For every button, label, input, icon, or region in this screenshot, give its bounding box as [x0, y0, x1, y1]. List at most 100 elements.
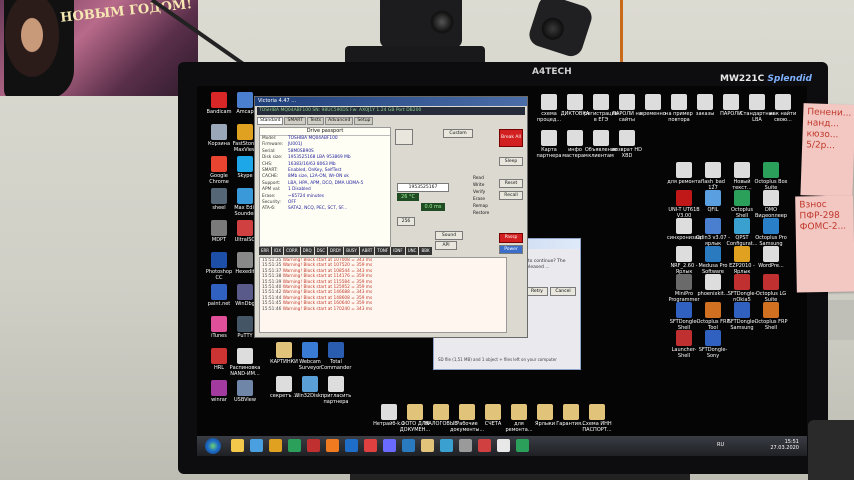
desktop-shortcut[interactable]: USBView [228, 380, 262, 403]
desktop-shortcut[interactable]: пригласить партнера [319, 376, 353, 405]
desktop-shortcut[interactable]: Octoplus Pro Samsung [754, 218, 788, 247]
desktop-shortcut[interactable]: Распиновка NAND-ИМ... [228, 348, 262, 377]
victoria-window[interactable]: Victoria 4.47 ... TOSHIBA MQ04ABF100 SN:… [254, 96, 528, 338]
log-timestamp: 15:51:46 [262, 306, 282, 312]
desktop-shortcut-icon [593, 130, 609, 146]
dialog-cancel-button[interactable]: Cancel [550, 287, 576, 296]
desktop-shortcut-icon [541, 130, 557, 146]
desktop-icon-label: Total Commander [320, 359, 352, 371]
scan-mode-radio[interactable]: Restore [473, 210, 489, 217]
temperature-lcd: 26 °C [397, 193, 419, 201]
recall-button[interactable]: Recall [499, 191, 523, 200]
desktop-shortcut-icon [407, 404, 423, 420]
log-timestamp: 15:51:38 [262, 274, 282, 280]
taskbar-app-icon[interactable] [478, 439, 491, 452]
desktop-shortcut-icon [237, 220, 253, 236]
taskbar-app-icon[interactable] [326, 439, 339, 452]
desktop-shortcut-icon [511, 404, 527, 420]
desktop-shortcut[interactable]: Octoplus Box Suite [754, 162, 788, 191]
desktop-shortcut-icon [211, 316, 227, 332]
passp-button[interactable]: Passp [499, 233, 523, 243]
taskbar-app-icon[interactable] [364, 439, 377, 452]
taskbar-app-icon[interactable] [421, 439, 434, 452]
desktop-shortcut-icon [734, 274, 750, 290]
taskbar-app-icon[interactable] [497, 439, 510, 452]
tab-advanced[interactable]: Advanced [325, 117, 354, 125]
desktop-shortcut[interactable]: WordPre... [754, 246, 788, 269]
passport-key: ATA-6: [262, 206, 276, 212]
desktop-icon-label: Схема ИНН ПАСПОРТ... [582, 421, 612, 433]
scan-mode-radio[interactable]: Write [473, 182, 489, 189]
drive-info-bar: TOSHIBA MQ04ABF100 SN: 98UC590DS Fw: AX0… [257, 107, 525, 115]
dialog-retry-button[interactable]: Retry [526, 287, 548, 296]
desktop-shortcut-icon [734, 190, 750, 206]
sound-checkbox[interactable]: Sound [435, 231, 463, 240]
tab-bar: Standard SMART Tests Advanced Setup [257, 117, 374, 125]
scan-mode-radio[interactable]: Erase [473, 196, 489, 203]
break-all-button[interactable]: Break All [499, 129, 523, 147]
desktop-shortcut-icon [567, 94, 583, 110]
clock-date: 27.03.2020 [770, 445, 799, 451]
desktop-shortcut[interactable]: Total Commander [319, 342, 353, 371]
taskbar-app-icon[interactable] [402, 439, 415, 452]
desktop-shortcut-icon [433, 404, 449, 420]
taskbar-app-icon[interactable] [383, 439, 396, 452]
desktop-shortcut-icon [589, 404, 605, 420]
log-timestamp: 15:51:45 [262, 301, 282, 307]
taskbar-app-icon[interactable] [345, 439, 358, 452]
desktop-shortcut[interactable]: DMO Видеоплеер [754, 190, 788, 219]
desktop-shortcut-icon [237, 156, 253, 172]
desktop-shortcut[interactable]: возврат HD XBD [610, 130, 644, 159]
log-message: Warning! Block start at 170240 = 343 ms [282, 306, 373, 312]
language-indicator[interactable]: RU [717, 442, 724, 448]
taskbar-app-icon[interactable] [459, 439, 472, 452]
window-title[interactable]: Victoria 4.47 ... [255, 97, 527, 106]
taskbar-app-icon[interactable] [288, 439, 301, 452]
desktop-shortcut-icon [459, 404, 475, 420]
desktop-shortcut-icon [485, 404, 501, 420]
taskbar-app-icon[interactable] [250, 439, 263, 452]
tab-smart[interactable]: SMART [284, 117, 306, 125]
desktop-shortcut-icon [763, 246, 779, 262]
desktop-shortcut-icon [211, 188, 227, 204]
tab-setup[interactable]: Setup [354, 117, 374, 125]
desktop-shortcut[interactable]: SFTDongle-Sony [696, 330, 730, 359]
desktop-shortcut[interactable]: Octoplus FRP Shell [754, 302, 788, 331]
event-log[interactable]: 15:51:35 Warning! Block start at 107008 … [259, 257, 507, 333]
tab-standard[interactable]: Standard [257, 117, 284, 125]
speaker [808, 420, 854, 480]
taskbar-app-icon[interactable] [440, 439, 453, 452]
power-button[interactable]: Power [499, 245, 523, 254]
scan-mode-radio[interactable]: Remap [473, 203, 489, 210]
speed-lcd: 0.0 ms [421, 203, 445, 211]
taskbar-app-icon[interactable] [269, 439, 282, 452]
blocks-field[interactable]: 256 [397, 217, 415, 226]
taskbar-app-icon[interactable] [516, 439, 529, 452]
desktop-shortcut[interactable]: Схема ИНН ПАСПОРТ... [580, 404, 614, 433]
status-led: IDX [272, 247, 284, 255]
hdd-icon[interactable] [395, 129, 413, 145]
desktop-shortcut-icon [775, 94, 791, 110]
scan-mode-radio[interactable]: Verify [473, 189, 489, 196]
desktop-shortcut-icon [302, 342, 318, 358]
desktop-icon-label: WordPre... [758, 263, 784, 269]
desktop-shortcut-icon [705, 274, 721, 290]
reset-button[interactable]: Reset [499, 179, 523, 188]
desktop-shortcut-icon [705, 162, 721, 178]
custom-select[interactable]: Custom [443, 129, 473, 138]
tray-clock[interactable]: 15:51 27.03.2020 [753, 439, 799, 451]
sleep-button[interactable]: Sleep [499, 157, 523, 166]
desktop-shortcut-icon [734, 302, 750, 318]
taskbar-app-icon[interactable] [231, 439, 244, 452]
tab-tests[interactable]: Tests [306, 117, 325, 125]
lba-start-field[interactable]: 1953525167 [397, 183, 449, 192]
desktop-shortcut-icon [237, 252, 253, 268]
taskbar-app-icon[interactable] [307, 439, 320, 452]
status-led: CORR [284, 247, 300, 255]
start-button-icon[interactable] [205, 438, 221, 454]
desktop-shortcut[interactable]: как найти свою... [766, 94, 800, 123]
orange-wire [620, 0, 623, 70]
desktop-shortcut[interactable]: Octoplus LG Suite [754, 274, 788, 303]
api-checkbox[interactable]: API [435, 241, 457, 250]
scan-mode-radio[interactable]: Read [473, 175, 489, 182]
